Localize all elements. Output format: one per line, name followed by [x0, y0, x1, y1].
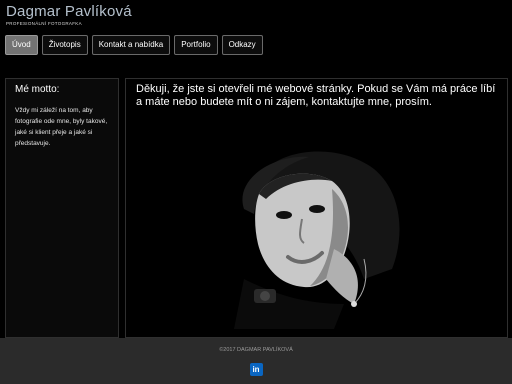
- site-title[interactable]: Dagmar Pavlíková: [6, 4, 132, 20]
- nav-kontakt[interactable]: Kontakt a nabídka: [91, 35, 171, 55]
- copyright-text: ©2017 DAGMAR PAVLÍKOVÁ: [219, 347, 293, 353]
- nav-portfolio[interactable]: Portfolio: [174, 35, 218, 55]
- nav-odkazy[interactable]: Odkazy: [221, 35, 263, 55]
- site-subtitle: PROFESIONÁLNÍ FOTOGRAFKA: [6, 21, 82, 26]
- main-content: Děkuji, že jste si otevřeli mé webové st…: [125, 78, 508, 338]
- portrait-photo: [234, 151, 400, 329]
- intro-text: Děkuji, že jste si otevřeli mé webové st…: [136, 83, 496, 108]
- site-footer: ©2017 DAGMAR PAVLÍKOVÁ in: [0, 338, 512, 384]
- nav-uvod[interactable]: Úvod: [5, 35, 38, 55]
- main-nav: Úvod Životopis Kontakt a nabídka Portfol…: [5, 35, 263, 55]
- site-brand[interactable]: Dagmar Pavlíková PROFESIONÁLNÍ FOTOGRAFK…: [6, 4, 132, 27]
- sidebar-panel: Mé motto: Vždy mi záleží na tom, aby fot…: [5, 78, 119, 338]
- linkedin-icon[interactable]: in: [249, 363, 263, 376]
- motto-heading: Mé motto:: [15, 84, 60, 95]
- nav-zivotopis[interactable]: Životopis: [41, 35, 88, 55]
- motto-text: Vždy mi záleží na tom, aby fotografie od…: [15, 107, 108, 147]
- linkedin-icon-glyph: in: [252, 365, 260, 374]
